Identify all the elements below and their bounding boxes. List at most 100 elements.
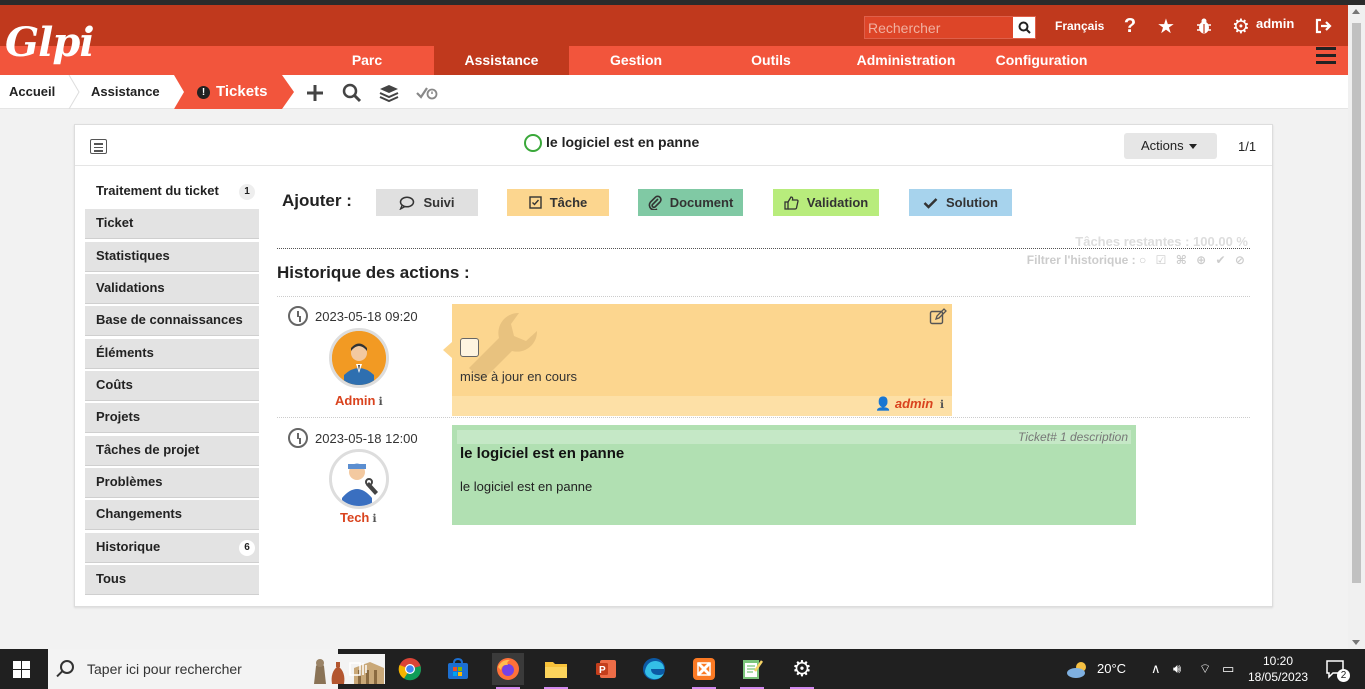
logout-icon[interactable] bbox=[1312, 15, 1334, 37]
add-icon[interactable] bbox=[305, 83, 325, 103]
taskbar-search[interactable]: Taper ici pour rechercher bbox=[48, 649, 385, 689]
task-author[interactable]: 👤 admin ℹ bbox=[875, 396, 944, 412]
weather-icon[interactable] bbox=[1062, 653, 1094, 685]
add-label: Ajouter : bbox=[282, 191, 352, 210]
menu-configuration[interactable]: Configuration bbox=[973, 46, 1110, 75]
check-timer-icon[interactable] bbox=[416, 83, 438, 103]
search-tickets-icon[interactable] bbox=[342, 83, 362, 103]
task-checkbox[interactable] bbox=[460, 338, 479, 357]
hamburger-menu-icon[interactable] bbox=[1316, 47, 1336, 65]
clock-time: 10:20 bbox=[1262, 654, 1294, 668]
info-icon[interactable]: ℹ bbox=[940, 399, 944, 411]
description-ref: Ticket# 1 description bbox=[1018, 430, 1128, 444]
tab-label: Historique bbox=[96, 539, 161, 554]
avatar[interactable] bbox=[329, 328, 389, 388]
chevron-up-icon[interactable]: ∧ bbox=[1151, 661, 1161, 677]
add-solution-label: Solution bbox=[946, 195, 998, 210]
chrome-icon[interactable] bbox=[394, 653, 426, 685]
menu-outils[interactable]: Outils bbox=[703, 46, 839, 75]
scroll-down-icon[interactable] bbox=[1352, 640, 1360, 645]
description-content: le logiciel est en panne bbox=[460, 479, 593, 494]
scroll-up-icon[interactable] bbox=[1352, 9, 1360, 14]
weather-temperature[interactable]: 20°C bbox=[1097, 661, 1126, 676]
search-button[interactable] bbox=[1013, 17, 1035, 38]
add-validation-label: Validation bbox=[806, 195, 869, 210]
notifications-icon[interactable]: 2 bbox=[1320, 653, 1352, 685]
breadcrumb-assistance[interactable]: Assistance bbox=[91, 75, 160, 109]
breadcrumb-tickets[interactable]: Tickets bbox=[174, 75, 282, 109]
menu-parc[interactable]: Parc bbox=[300, 46, 434, 75]
add-document-button[interactable]: Document bbox=[638, 189, 743, 216]
edit-icon[interactable] bbox=[929, 308, 947, 326]
settings-icon[interactable]: ⚙ bbox=[786, 653, 818, 689]
star-icon[interactable]: ★ bbox=[1155, 15, 1177, 38]
menu-administration[interactable]: Administration bbox=[839, 46, 973, 75]
user-menu[interactable]: admin bbox=[1256, 16, 1294, 31]
taskbar-clock[interactable]: 10:20 18/05/2023 bbox=[1248, 653, 1308, 685]
store-icon[interactable] bbox=[442, 653, 474, 685]
entry-user[interactable]: Tech ℹ bbox=[340, 510, 377, 525]
remaining-tasks: Tâches restantes : 100.00 % bbox=[1075, 234, 1248, 249]
help-icon[interactable]: ? bbox=[1119, 15, 1141, 37]
tab-statistiques[interactable]: Statistiques bbox=[85, 242, 259, 272]
windows-start-icon[interactable] bbox=[13, 661, 30, 678]
tab-projets[interactable]: Projets bbox=[85, 403, 259, 433]
tab-label: Éléments bbox=[96, 345, 154, 360]
tab-label: Ticket bbox=[96, 215, 134, 230]
tab-elements[interactable]: Éléments bbox=[85, 339, 259, 369]
speaker-icon[interactable]: 🔊︎ bbox=[1173, 661, 1181, 677]
tab-traitement-du-ticket[interactable]: Traitement du ticket 1 bbox=[85, 177, 259, 207]
wifi-icon[interactable]: ⌔ bbox=[1199, 661, 1211, 677]
list-icon[interactable] bbox=[90, 139, 107, 154]
layers-icon[interactable] bbox=[379, 83, 399, 103]
description-entry: Ticket# 1 description le logiciel est en… bbox=[452, 425, 1136, 525]
breadcrumb-arrow bbox=[174, 75, 184, 109]
add-followup-button[interactable]: Suivi bbox=[376, 189, 478, 216]
breadcrumb-home[interactable]: Accueil bbox=[9, 75, 55, 109]
tab-ticket[interactable]: Ticket bbox=[85, 209, 259, 239]
clock-date: 18/05/2023 bbox=[1248, 670, 1309, 684]
history-filter-label: Filtrer l'historique : bbox=[1026, 253, 1136, 267]
history-filter-icons[interactable]: ○ ☑ ⌘ ⊕ ✔ ⊘ bbox=[1139, 253, 1248, 267]
task-view-icon[interactable] bbox=[342, 653, 374, 685]
scroll-thumb[interactable] bbox=[1352, 23, 1361, 583]
menu-gestion[interactable]: Gestion bbox=[569, 46, 703, 75]
tab-problemes[interactable]: Problèmes bbox=[85, 468, 259, 498]
entry-user-name: Tech bbox=[340, 510, 370, 525]
add-validation-button[interactable]: Validation bbox=[773, 189, 879, 216]
actions-button[interactable]: Actions bbox=[1124, 133, 1217, 159]
add-task-button[interactable]: Tâche bbox=[507, 189, 609, 216]
tab-count: 6 bbox=[239, 540, 255, 556]
info-icon[interactable]: ℹ bbox=[372, 513, 376, 525]
xampp-icon[interactable] bbox=[688, 653, 720, 689]
tab-base-de-connaissances[interactable]: Base de connaissances bbox=[85, 306, 259, 336]
tab-validations[interactable]: Validations bbox=[85, 274, 259, 304]
tab-label: Coûts bbox=[96, 377, 133, 392]
language-selector[interactable]: Français bbox=[1055, 19, 1104, 33]
notepad-icon[interactable] bbox=[736, 653, 768, 689]
info-icon[interactable]: ℹ bbox=[378, 396, 382, 408]
page-scrollbar[interactable] bbox=[1348, 5, 1365, 649]
user-icon: 👤 bbox=[875, 396, 892, 411]
edge-icon[interactable] bbox=[638, 653, 670, 685]
entry-date: 2023-05-18 09:20 bbox=[315, 309, 418, 324]
entry-user[interactable]: Admin ℹ bbox=[335, 393, 383, 408]
tab-historique[interactable]: Historique 6 bbox=[85, 533, 259, 563]
file-explorer-icon[interactable] bbox=[540, 653, 572, 689]
tab-tous[interactable]: Tous bbox=[85, 565, 259, 595]
tab-couts[interactable]: Coûts bbox=[85, 371, 259, 401]
glpi-logo[interactable]: Glpi bbox=[5, 17, 105, 69]
search-input[interactable] bbox=[865, 17, 1013, 38]
gear-icon[interactable]: ⚙ bbox=[1230, 15, 1252, 38]
battery-icon[interactable]: ▭ bbox=[1222, 661, 1234, 677]
menu-assistance[interactable]: Assistance bbox=[434, 46, 569, 75]
search-icon bbox=[60, 660, 74, 674]
avatar[interactable] bbox=[329, 449, 389, 509]
tab-changements[interactable]: Changements bbox=[85, 500, 259, 530]
powerpoint-icon[interactable]: P bbox=[590, 653, 622, 685]
add-followup-label: Suivi bbox=[423, 195, 455, 210]
firefox-icon[interactable] bbox=[492, 653, 524, 689]
bug-icon[interactable] bbox=[1193, 15, 1215, 37]
tab-taches-de-projet[interactable]: Tâches de projet bbox=[85, 436, 259, 466]
add-solution-button[interactable]: Solution bbox=[909, 189, 1012, 216]
